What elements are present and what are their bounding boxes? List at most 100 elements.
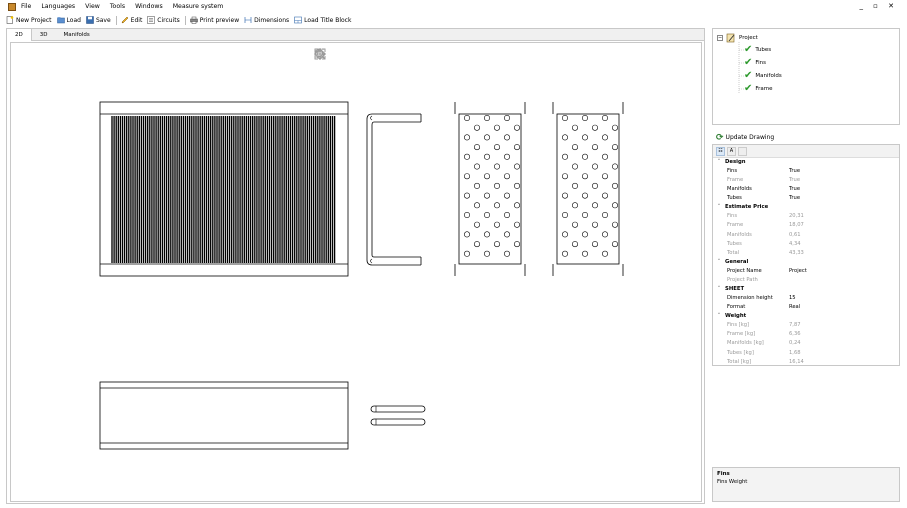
prop-row-total-weight[interactable]: Total [kg] 16,14 (713, 358, 899, 367)
tube-hole (591, 182, 598, 189)
dimensions-button[interactable]: Dimensions (244, 16, 289, 24)
prop-name: Fins (727, 168, 738, 174)
prop-row-manifolds[interactable]: Manifolds True (713, 185, 899, 194)
tube-hole (483, 115, 490, 122)
tube-hole (483, 250, 490, 257)
prop-row-frame-price[interactable]: Frame 18,07 (713, 221, 899, 230)
tube-hole (611, 124, 618, 131)
load-button[interactable]: Load (56, 16, 81, 24)
tab-3d[interactable]: 3D (32, 29, 56, 41)
category-estimate-price[interactable]: ˅ Estimate Price (713, 203, 899, 213)
category-design[interactable]: ˅ Design (713, 158, 899, 167)
tube-hole (571, 182, 578, 189)
tube-hole (581, 173, 588, 180)
tube-hole (513, 241, 520, 248)
prop-name: Manifolds [kg] (727, 340, 764, 347)
menu-file[interactable]: File (21, 3, 31, 10)
chevron-down-icon: ˅ (717, 313, 721, 320)
tube-hole (483, 192, 490, 199)
new-project-button[interactable]: New Project (6, 16, 52, 24)
chevron-down-icon: ˅ (717, 258, 721, 265)
prop-value: 1,68 (789, 349, 801, 356)
tube-hole (561, 192, 568, 199)
tab-manifolds[interactable]: Manifolds (55, 29, 97, 41)
prop-row-project-path[interactable]: Project Path (713, 276, 899, 285)
category-sheet[interactable]: ˅ SHEET (713, 285, 899, 295)
view-tabs: 2D 3D Manifolds (7, 29, 704, 41)
prop-row-fins-weight[interactable]: Fins [kg] 7,87 (713, 321, 899, 330)
prop-value[interactable]: True (789, 194, 899, 203)
property-pages-icon[interactable] (738, 146, 747, 156)
top-view-tubes (370, 405, 426, 426)
tube-hole (473, 202, 480, 209)
category-general[interactable]: ˅ General (713, 257, 899, 267)
prop-value[interactable]: True (789, 167, 899, 176)
tube-hole (503, 231, 510, 238)
prop-row-fins[interactable]: Fins True (713, 167, 899, 176)
printer-icon (190, 16, 198, 24)
tube-hole (561, 115, 568, 122)
prop-row-frame-weight[interactable]: Frame [kg] 6,36 (713, 330, 899, 339)
edit-label: Edit (130, 16, 143, 24)
prop-name: Tubes (727, 195, 742, 202)
menu-measure-system[interactable]: Measure system (173, 3, 224, 10)
category-label: Design (725, 159, 746, 165)
prop-value: 18,07 (789, 222, 804, 229)
prop-row-project-name[interactable]: Project Name Project (713, 267, 899, 276)
new-file-icon (6, 16, 14, 24)
prop-row-manifolds-weight[interactable]: Manifolds [kg] 0,24 (713, 339, 899, 348)
tube-hole (473, 124, 480, 131)
tube-hole (493, 241, 500, 248)
prop-row-total-price[interactable]: Total 43,33 (713, 249, 899, 258)
tube-sheet-bracket-bottom (552, 264, 624, 276)
drawing-canvas[interactable] (10, 42, 702, 502)
tube-hole (463, 231, 470, 238)
window-controls[interactable]: _ ▫ ✕ (859, 2, 898, 10)
menu-windows[interactable]: Windows (135, 3, 163, 10)
prop-value[interactable]: True (789, 185, 899, 194)
front-view (99, 101, 349, 277)
tube-hole (571, 163, 578, 170)
description-text: Fins Weight (717, 479, 748, 485)
tube-hole (611, 182, 618, 189)
category-weight[interactable]: ˅ Weight (713, 312, 899, 322)
print-preview-button[interactable]: Print preview (190, 16, 239, 24)
prop-value[interactable]: Project (789, 267, 899, 276)
tube-hole (601, 250, 608, 257)
alphabetical-icon[interactable]: A (727, 146, 736, 156)
tube-hole (483, 134, 490, 141)
prop-row-tubes[interactable]: Tubes True (713, 194, 899, 203)
save-button[interactable]: Save (86, 16, 111, 24)
tube-hole (571, 202, 578, 209)
prop-value[interactable]: 15 (789, 294, 899, 303)
prop-row-frame[interactable]: Frame True (713, 176, 899, 185)
menu-view[interactable]: View (85, 3, 100, 10)
prop-name: Tubes [kg] (727, 349, 754, 356)
tube-hole (473, 144, 480, 151)
u-bend-inner (371, 121, 421, 258)
prop-row-tubes-price[interactable]: Tubes 4,34 (713, 240, 899, 249)
top-view (99, 381, 349, 450)
prop-row-fins-price[interactable]: Fins 20,31 (713, 212, 899, 221)
prop-row-manifolds-price[interactable]: Manifolds 0,61 (713, 231, 899, 240)
categorized-icon[interactable]: ☷ (716, 146, 725, 156)
prop-value: 0,24 (789, 340, 801, 347)
circuits-button[interactable]: Circuits (147, 16, 180, 24)
prop-name: Fins [kg] (727, 322, 750, 329)
tab-2d[interactable]: 2D (7, 29, 32, 41)
edit-button[interactable]: Edit (121, 16, 143, 24)
update-drawing-button[interactable]: ⟳ Update Drawing (712, 131, 900, 144)
tube-hole (493, 124, 500, 131)
menu-languages[interactable]: Languages (41, 3, 75, 10)
tube-sheet-outline (458, 113, 522, 265)
prop-row-tubes-weight[interactable]: Tubes [kg] 1,68 (713, 349, 899, 358)
menu-tools[interactable]: Tools (110, 3, 125, 10)
load-title-block-button[interactable]: Load Title Block (294, 16, 351, 24)
tube-hole (581, 115, 588, 122)
prop-row-dimension-height[interactable]: Dimension height 15 (713, 294, 899, 303)
prop-row-format[interactable]: Format Real (713, 303, 899, 312)
tube-hole (591, 144, 598, 151)
tube-sheet-outline (556, 113, 620, 265)
tube-hole (503, 153, 510, 160)
prop-value[interactable]: Real (789, 303, 899, 312)
